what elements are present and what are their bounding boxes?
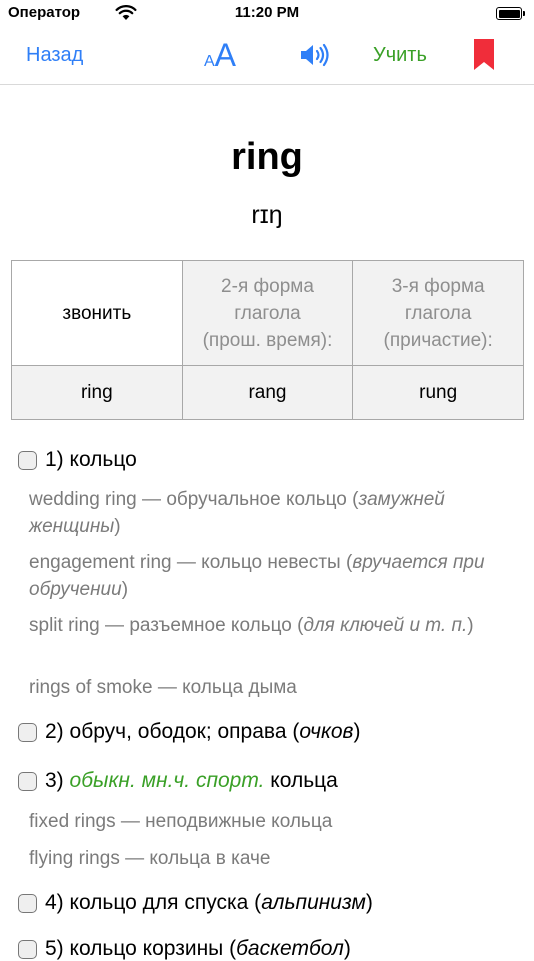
back-button[interactable]: Назад bbox=[26, 44, 83, 67]
battery-icon bbox=[496, 7, 522, 20]
font-small-glyph: A bbox=[204, 53, 215, 70]
verb-forms-table: звонить 2-я форма глагола (прош. время): 3… bbox=[11, 260, 524, 420]
example: wedding ring — обручальное кольцо (замуж… bbox=[29, 489, 445, 537]
form1-value: ring bbox=[11, 365, 183, 420]
meaning-checkbox[interactable] bbox=[18, 771, 37, 791]
learn-button[interactable]: Учить bbox=[373, 44, 427, 67]
form3-value: rung bbox=[352, 365, 524, 420]
usage-label: обыкн. мн.ч. спорт. bbox=[69, 769, 265, 792]
translation-cell: звонить bbox=[11, 260, 183, 366]
font-big-glyph: A bbox=[214, 37, 237, 73]
meaning-number: 5) bbox=[45, 937, 64, 960]
meaning-item: 5) кольцо корзины (баскетбол) bbox=[18, 937, 351, 961]
meaning-number: 3) bbox=[45, 769, 64, 792]
navigation-bar: Назад AA Учить bbox=[0, 28, 534, 85]
bookmark-icon[interactable] bbox=[474, 39, 494, 71]
meaning-number: 2) bbox=[45, 720, 64, 743]
meaning-item: 2) обруч, ободок; оправа (очков) bbox=[18, 720, 361, 744]
form2-header: 2-я форма глагола (прош. время): bbox=[181, 260, 354, 366]
example: engagement ring — кольцо невесты (вручае… bbox=[29, 552, 485, 600]
meaning-text: кольцо bbox=[69, 448, 137, 471]
clock: 11:20 PM bbox=[234, 4, 300, 21]
font-size-button[interactable]: AA bbox=[204, 37, 236, 74]
meaning-checkbox[interactable] bbox=[18, 939, 37, 959]
meaning-item: 3) обыкн. мн.ч. спорт. кольца bbox=[18, 769, 338, 793]
status-bar: Оператор 11:20 PM bbox=[0, 0, 534, 28]
speaker-icon[interactable] bbox=[298, 41, 330, 69]
meaning-text: кольцо для спуска (альпинизм) bbox=[69, 891, 373, 914]
meaning-text: кольца bbox=[270, 769, 338, 792]
transcription: rɪŋ bbox=[251, 201, 283, 229]
example: rings of smoke — кольца дыма bbox=[29, 677, 297, 698]
meaning-checkbox[interactable] bbox=[18, 722, 37, 742]
example: split ring — разъемное кольцо (для ключе… bbox=[29, 615, 474, 636]
meaning-number: 1) bbox=[45, 448, 64, 471]
meaning-text: кольцо корзины (баскетбол) bbox=[69, 937, 351, 960]
meaning-item: 4) кольцо для спуска (альпинизм) bbox=[18, 891, 373, 915]
word-title: ring bbox=[231, 136, 303, 178]
meaning-text: обруч, ободок; оправа (очков) bbox=[69, 720, 361, 743]
meaning-item: 1) кольцо bbox=[18, 448, 137, 472]
meaning-checkbox[interactable] bbox=[18, 450, 37, 470]
meaning-number: 4) bbox=[45, 891, 64, 914]
battery-tip bbox=[523, 11, 525, 16]
form3-header: 3-я форма глагола (причастие): bbox=[352, 260, 524, 366]
form2-value: rang bbox=[181, 365, 354, 420]
meaning-checkbox[interactable] bbox=[18, 893, 37, 913]
example: fixed rings — неподвижные кольца bbox=[29, 811, 333, 832]
example: flying rings — кольца в каче bbox=[29, 848, 271, 869]
